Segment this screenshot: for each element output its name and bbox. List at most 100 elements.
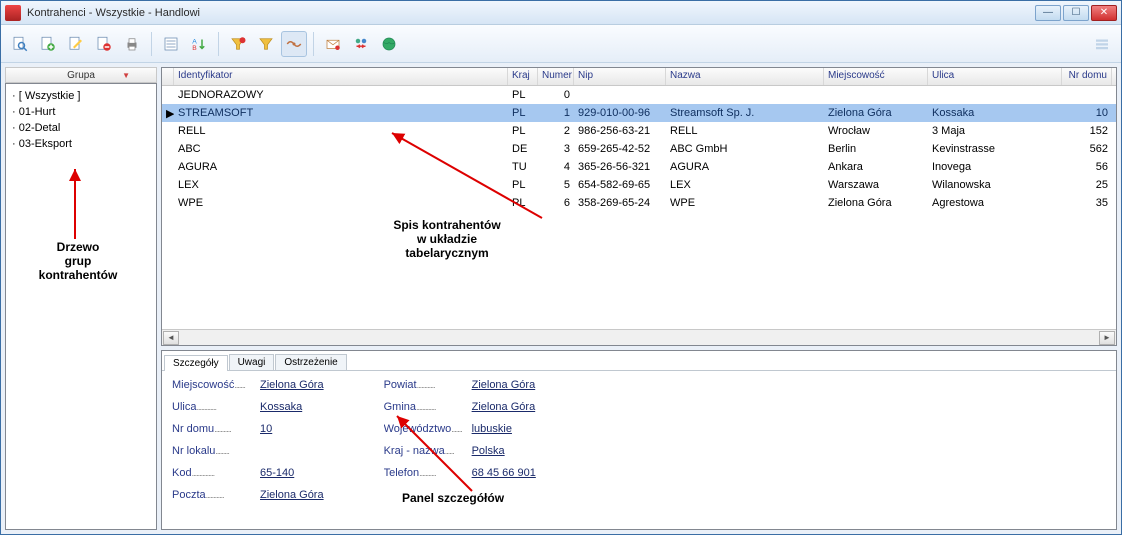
toolbar-search-icon[interactable] <box>7 31 33 57</box>
table-row[interactable]: WPEPL6358-269-65-24WPEZielona GóraAgrest… <box>162 194 1116 212</box>
detail-row: Gmina............. Zielona Góra <box>384 401 536 419</box>
col-kraj[interactable]: Kraj <box>508 68 538 85</box>
right-panel: Identyfikator Kraj Numer Nip Nazwa Miejs… <box>161 67 1117 530</box>
detail-label: Nr lokalu......... <box>172 445 256 457</box>
detail-col-left: Miejscowość....... Zielona Góra Ulica.....… <box>172 379 324 521</box>
detail-tabs: SzczegółyUwagiOstrzeżenie <box>162 351 1116 371</box>
detail-row: Województwo....... lubuskie <box>384 423 536 441</box>
detail-panel: SzczegółyUwagiOstrzeżenie Miejscowość...… <box>161 350 1117 530</box>
svg-text:A: A <box>192 38 197 45</box>
group-tree: · [ Wszystkie ]· 01-Hurt· 02-Detal· 03-E… <box>5 83 157 530</box>
detail-row: Miejscowość....... Zielona Góra <box>172 379 324 397</box>
detail-value[interactable]: 65-140 <box>260 467 294 479</box>
detail-value[interactable]: Zielona Góra <box>260 489 324 501</box>
detail-value[interactable]: Kossaka <box>260 401 302 413</box>
detail-label: Telefon........... <box>384 467 468 479</box>
group-header[interactable]: Grupa ▼ <box>5 67 157 83</box>
toolbar-delete-icon[interactable] <box>91 31 117 57</box>
toolbar-separator <box>218 32 219 56</box>
detail-row: Nr lokalu......... <box>172 445 324 463</box>
table-row[interactable]: ABCDE3659-265-42-52ABC GmbHBerlinKevinst… <box>162 140 1116 158</box>
toolbar-filter-add-icon[interactable] <box>225 31 251 57</box>
detail-value[interactable]: Zielona Góra <box>472 379 536 391</box>
detail-label: Nr domu........... <box>172 423 256 435</box>
tree-item[interactable]: · 01-Hurt <box>12 104 150 120</box>
col-miejscowosc[interactable]: Miejscowość <box>824 68 928 85</box>
app-window: Kontrahenci - Wszystkie - Handlowi — ☐ ✕… <box>0 0 1122 535</box>
detail-value[interactable]: Zielona Góra <box>472 401 536 413</box>
svg-text:B: B <box>192 45 197 52</box>
table-row[interactable]: RELLPL2986-256-63-21RELLWrocław3 Maja152 <box>162 122 1116 140</box>
group-header-label: Grupa <box>67 70 95 81</box>
detail-row: Poczta............ Zielona Góra <box>172 489 324 507</box>
detail-value[interactable]: lubuskie <box>472 423 512 435</box>
toolbar-form-icon[interactable] <box>158 31 184 57</box>
toolbar-handshake-icon[interactable] <box>281 31 307 57</box>
toolbar-separator <box>151 32 152 56</box>
toolbar-globe-icon[interactable] <box>376 31 402 57</box>
col-nrdomu[interactable]: Nr domu <box>1062 68 1112 85</box>
main-body: Grupa ▼ · [ Wszystkie ]· 01-Hurt· 02-Det… <box>1 63 1121 534</box>
tree-item[interactable]: · [ Wszystkie ] <box>12 88 150 104</box>
toolbar-mail-icon[interactable] <box>320 31 346 57</box>
detail-row: Kod............... 65-140 <box>172 467 324 485</box>
toolbar-new-icon[interactable] <box>35 31 61 57</box>
detail-value[interactable]: Zielona Góra <box>260 379 324 391</box>
toolbar-print-icon[interactable] <box>119 31 145 57</box>
detail-col-right: Powiat............Zielona GóraGmina.....… <box>384 379 536 521</box>
window-controls: — ☐ ✕ <box>1035 5 1117 21</box>
grid-body[interactable]: JEDNORAZOWYPL0▶STREAMSOFTPL1929-010-00-9… <box>162 86 1116 329</box>
tab-uwagi[interactable]: Uwagi <box>229 354 275 370</box>
col-identyfikator[interactable]: Identyfikator <box>174 68 508 85</box>
detail-label: Ulica............. <box>172 401 256 413</box>
data-grid: Identyfikator Kraj Numer Nip Nazwa Miejs… <box>161 67 1117 346</box>
detail-row: Nr domu........... 10 <box>172 423 324 441</box>
table-row[interactable]: LEXPL5654-582-69-65LEXWarszawaWilanowska… <box>162 176 1116 194</box>
detail-value[interactable]: 68 45 66 901 <box>472 467 536 479</box>
tab-szczegóły[interactable]: Szczegóły <box>164 355 228 371</box>
grid-scrollbar[interactable]: ◄ ► <box>162 329 1116 345</box>
toolbar-layout-icon[interactable] <box>1089 31 1115 57</box>
toolbar-sort-icon[interactable]: AB <box>186 31 212 57</box>
scroll-right-icon[interactable]: ► <box>1099 331 1115 345</box>
maximize-button[interactable]: ☐ <box>1063 5 1089 21</box>
detail-label: Miejscowość....... <box>172 379 256 391</box>
tab-ostrzeżenie[interactable]: Ostrzeżenie <box>275 354 346 370</box>
left-panel: Grupa ▼ · [ Wszystkie ]· 01-Hurt· 02-Det… <box>5 67 157 530</box>
detail-row: Kraj - nazwa...... Polska <box>384 445 536 463</box>
col-numer[interactable]: Numer <box>538 68 574 85</box>
col-nazwa[interactable]: Nazwa <box>666 68 824 85</box>
detail-label: Poczta............ <box>172 489 256 501</box>
scroll-left-icon[interactable]: ◄ <box>163 331 179 345</box>
detail-value[interactable]: 10 <box>260 423 272 435</box>
col-nip[interactable]: Nip <box>574 68 666 85</box>
table-row[interactable]: ▶STREAMSOFTPL1929-010-00-96Streamsoft Sp… <box>162 104 1116 122</box>
detail-body: Miejscowość....... Zielona Góra Ulica.....… <box>162 371 1116 529</box>
detail-label: Województwo....... <box>384 423 468 435</box>
minimize-button[interactable]: — <box>1035 5 1061 21</box>
detail-row: Powiat............ Zielona Góra <box>384 379 536 397</box>
app-icon <box>5 5 21 21</box>
titlebar: Kontrahenci - Wszystkie - Handlowi — ☐ ✕ <box>1 1 1121 25</box>
toolbar-swap-people-icon[interactable] <box>348 31 374 57</box>
detail-label: Kraj - nazwa...... <box>384 445 468 457</box>
detail-value[interactable]: Polska <box>472 445 505 457</box>
detail-label: Kod............... <box>172 467 256 479</box>
col-ulica[interactable]: Ulica <box>928 68 1062 85</box>
toolbar-separator <box>313 32 314 56</box>
grid-header: Identyfikator Kraj Numer Nip Nazwa Miejs… <box>162 68 1116 86</box>
dropdown-arrow-icon: ▼ <box>122 71 130 80</box>
table-row[interactable]: JEDNORAZOWYPL0 <box>162 86 1116 104</box>
tree-item[interactable]: · 02-Detal <box>12 120 150 136</box>
detail-label: Powiat............ <box>384 379 468 391</box>
tree-item[interactable]: · 03-Eksport <box>12 136 150 152</box>
window-title: Kontrahenci - Wszystkie - Handlowi <box>27 7 1035 19</box>
detail-label: Gmina............. <box>384 401 468 413</box>
detail-row: Ulica............. Kossaka <box>172 401 324 419</box>
toolbar: AB <box>1 25 1121 63</box>
toolbar-edit-icon[interactable] <box>63 31 89 57</box>
close-button[interactable]: ✕ <box>1091 5 1117 21</box>
detail-row: Telefon........... 68 45 66 901 <box>384 467 536 485</box>
toolbar-filter-remove-icon[interactable] <box>253 31 279 57</box>
table-row[interactable]: AGURATU4365-26-56-321AGURAAnkaraInovega5… <box>162 158 1116 176</box>
